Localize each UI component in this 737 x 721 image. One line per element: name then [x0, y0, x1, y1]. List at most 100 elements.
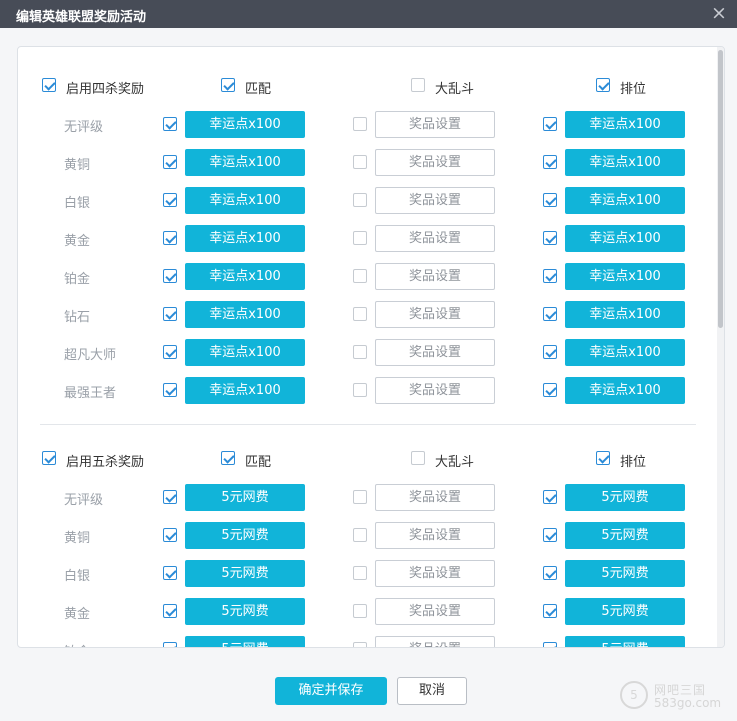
- mode-match[interactable]: 匹配: [221, 77, 301, 97]
- match-reward-checkbox[interactable]: [163, 490, 177, 504]
- mode-match[interactable]: 匹配: [221, 450, 301, 470]
- match-reward-checkbox[interactable]: [163, 345, 177, 359]
- mode-match-checkbox[interactable]: [221, 451, 235, 465]
- ranked-reward-checkbox[interactable]: [543, 193, 557, 207]
- match-reward-button[interactable]: 幸运点x100: [185, 149, 305, 176]
- ranked-reward-button[interactable]: 幸运点x100: [565, 187, 685, 214]
- brawl-reward-checkbox[interactable]: [353, 269, 367, 283]
- ranked-reward-checkbox[interactable]: [543, 231, 557, 245]
- brawl-reward-button[interactable]: 奖品设置: [375, 484, 495, 511]
- ranked-reward-checkbox[interactable]: [543, 604, 557, 618]
- ranked-reward-checkbox[interactable]: [543, 269, 557, 283]
- brawl-reward-checkbox[interactable]: [353, 604, 367, 618]
- ranked-reward-button[interactable]: 5元网费: [565, 598, 685, 625]
- brawl-reward-checkbox[interactable]: [353, 528, 367, 542]
- brawl-reward-checkbox[interactable]: [353, 155, 367, 169]
- ranked-reward-button[interactable]: 5元网费: [565, 484, 685, 511]
- ranked-reward-button[interactable]: 5元网费: [565, 560, 685, 587]
- match-reward-button[interactable]: 5元网费: [185, 560, 305, 587]
- match-reward-checkbox[interactable]: [163, 383, 177, 397]
- ranked-reward-button[interactable]: 幸运点x100: [565, 339, 685, 366]
- mode-ranked-checkbox[interactable]: [596, 451, 610, 465]
- enable-quadra-kill-checkbox[interactable]: [42, 78, 56, 92]
- brawl-reward-button[interactable]: 奖品设置: [375, 149, 495, 176]
- match-reward-button[interactable]: 幸运点x100: [185, 377, 305, 404]
- ranked-reward-checkbox[interactable]: [543, 155, 557, 169]
- brawl-reward-checkbox[interactable]: [353, 231, 367, 245]
- mode-brawl-checkbox[interactable]: [411, 451, 425, 465]
- match-reward-checkbox[interactable]: [163, 604, 177, 618]
- match-reward-checkbox[interactable]: [163, 528, 177, 542]
- brawl-reward-checkbox[interactable]: [353, 345, 367, 359]
- enable-quadra-kill[interactable]: 启用四杀奖励: [42, 77, 172, 97]
- brawl-reward-button[interactable]: 奖品设置: [375, 377, 495, 404]
- ranked-reward-button[interactable]: 幸运点x100: [565, 149, 685, 176]
- ranked-reward-button[interactable]: 幸运点x100: [565, 263, 685, 290]
- match-reward-button[interactable]: 幸运点x100: [185, 225, 305, 252]
- ranked-reward-checkbox[interactable]: [543, 642, 557, 647]
- match-reward-button[interactable]: 5元网费: [185, 636, 305, 647]
- brawl-reward-button[interactable]: 奖品设置: [375, 187, 495, 214]
- brawl-reward-checkbox[interactable]: [353, 307, 367, 321]
- match-reward-checkbox[interactable]: [163, 155, 177, 169]
- ranked-reward-checkbox[interactable]: [543, 528, 557, 542]
- brawl-reward-button[interactable]: 奖品设置: [375, 598, 495, 625]
- match-reward-checkbox[interactable]: [163, 566, 177, 580]
- match-reward-button[interactable]: 5元网费: [185, 598, 305, 625]
- ranked-reward-button[interactable]: 幸运点x100: [565, 111, 685, 138]
- ranked-reward-button[interactable]: 5元网费: [565, 522, 685, 549]
- close-icon[interactable]: ×: [709, 3, 729, 23]
- mode-brawl-checkbox[interactable]: [411, 78, 425, 92]
- enable-penta-kill[interactable]: 启用五杀奖励: [42, 450, 172, 470]
- confirm-save-button[interactable]: 确定并保存: [275, 677, 387, 705]
- mode-match-checkbox[interactable]: [221, 78, 235, 92]
- ranked-reward-checkbox[interactable]: [543, 307, 557, 321]
- vertical-scrollbar[interactable]: [717, 47, 724, 647]
- mode-ranked[interactable]: 排位: [596, 77, 676, 97]
- brawl-reward-checkbox[interactable]: [353, 193, 367, 207]
- brawl-reward-button[interactable]: 奖品设置: [375, 225, 495, 252]
- mode-ranked[interactable]: 排位: [596, 450, 676, 470]
- brawl-reward-checkbox[interactable]: [353, 566, 367, 580]
- brawl-reward-button[interactable]: 奖品设置: [375, 111, 495, 138]
- ranked-reward-checkbox[interactable]: [543, 383, 557, 397]
- ranked-reward-button[interactable]: 幸运点x100: [565, 301, 685, 328]
- mode-brawl[interactable]: 大乱斗: [411, 450, 501, 470]
- ranked-reward-checkbox[interactable]: [543, 345, 557, 359]
- ranked-reward-checkbox[interactable]: [543, 490, 557, 504]
- match-reward-button[interactable]: 5元网费: [185, 522, 305, 549]
- ranked-reward-checkbox[interactable]: [543, 117, 557, 131]
- match-reward-checkbox[interactable]: [163, 642, 177, 647]
- brawl-reward-button[interactable]: 奖品设置: [375, 636, 495, 647]
- ranked-reward-button[interactable]: 5元网费: [565, 636, 685, 647]
- rank-label: 黄金: [64, 607, 91, 622]
- brawl-reward-checkbox[interactable]: [353, 383, 367, 397]
- ranked-reward-checkbox[interactable]: [543, 566, 557, 580]
- match-reward-checkbox[interactable]: [163, 307, 177, 321]
- brawl-reward-button[interactable]: 奖品设置: [375, 263, 495, 290]
- brawl-reward-checkbox[interactable]: [353, 490, 367, 504]
- match-reward-checkbox[interactable]: [163, 269, 177, 283]
- brawl-reward-button[interactable]: 奖品设置: [375, 301, 495, 328]
- match-reward-button[interactable]: 5元网费: [185, 484, 305, 511]
- match-reward-button[interactable]: 幸运点x100: [185, 301, 305, 328]
- brawl-reward-button[interactable]: 奖品设置: [375, 339, 495, 366]
- brawl-reward-checkbox[interactable]: [353, 642, 367, 647]
- cancel-button[interactable]: 取消: [397, 677, 467, 705]
- match-reward-checkbox[interactable]: [163, 231, 177, 245]
- match-reward-button[interactable]: 幸运点x100: [185, 263, 305, 290]
- ranked-reward-button[interactable]: 幸运点x100: [565, 377, 685, 404]
- match-reward-checkbox[interactable]: [163, 117, 177, 131]
- scrollbar-thumb[interactable]: [718, 50, 723, 328]
- mode-ranked-checkbox[interactable]: [596, 78, 610, 92]
- brawl-reward-button[interactable]: 奖品设置: [375, 522, 495, 549]
- match-reward-button[interactable]: 幸运点x100: [185, 339, 305, 366]
- mode-brawl[interactable]: 大乱斗: [411, 77, 501, 97]
- match-reward-button[interactable]: 幸运点x100: [185, 187, 305, 214]
- ranked-reward-button[interactable]: 幸运点x100: [565, 225, 685, 252]
- match-reward-checkbox[interactable]: [163, 193, 177, 207]
- match-reward-button[interactable]: 幸运点x100: [185, 111, 305, 138]
- brawl-reward-button[interactable]: 奖品设置: [375, 560, 495, 587]
- enable-penta-kill-checkbox[interactable]: [42, 451, 56, 465]
- brawl-reward-checkbox[interactable]: [353, 117, 367, 131]
